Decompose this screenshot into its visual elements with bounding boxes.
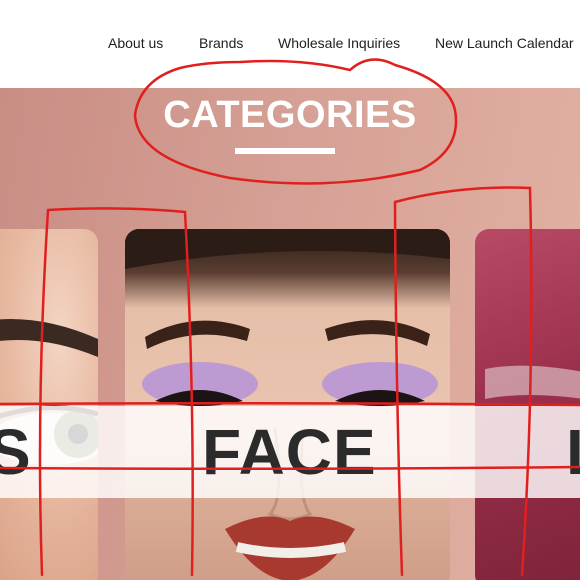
category-card-eyes[interactable] (0, 229, 98, 580)
categories-section: CATEGORIES S FACE (0, 88, 580, 580)
nav-link-brands[interactable]: Brands (199, 35, 243, 51)
nav-link-about-us[interactable]: About us (108, 35, 163, 51)
section-title: CATEGORIES (163, 94, 417, 136)
nav-link-new-launch-calendar[interactable]: New Launch Calendar (435, 35, 574, 51)
nav-link-wholesale-inquiries[interactable]: Wholesale Inquiries (278, 35, 400, 51)
category-card-lips[interactable] (475, 229, 580, 580)
eye-image (0, 319, 98, 465)
top-navigation: About us Brands Wholesale Inquiries New … (0, 0, 580, 88)
title-underline (235, 148, 335, 154)
category-label-face: FACE (202, 416, 377, 488)
category-label-lips: L (566, 406, 580, 498)
category-label-eyes: S (0, 416, 32, 488)
face-image (125, 229, 450, 580)
lips-image (485, 365, 580, 399)
category-card-face[interactable] (125, 229, 450, 580)
